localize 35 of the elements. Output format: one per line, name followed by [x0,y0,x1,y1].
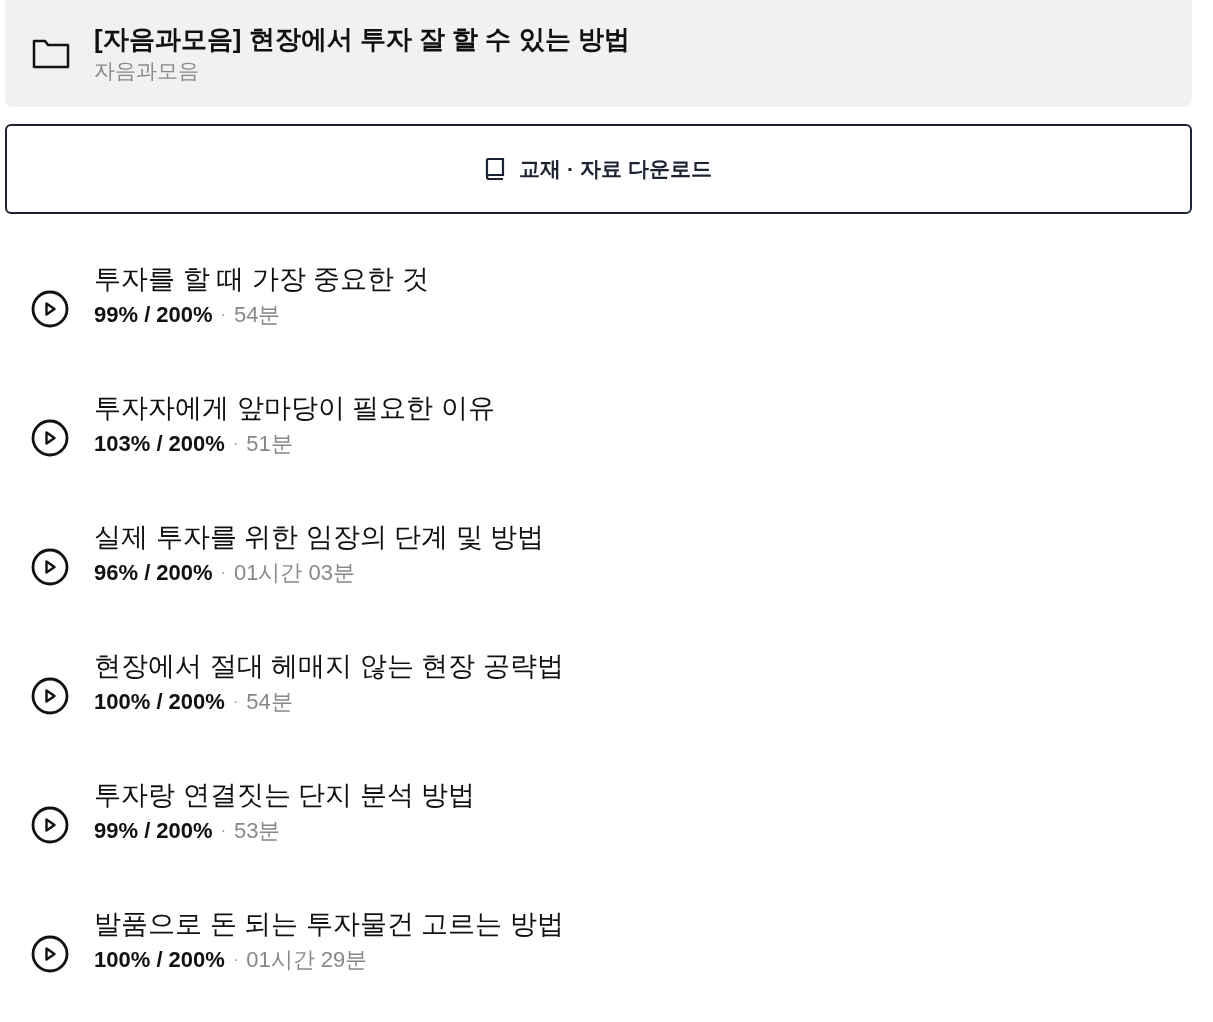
progress-text: 99% / 200% [94,816,213,845]
play-icon[interactable] [30,417,70,458]
play-icon[interactable] [30,933,70,974]
folder-icon [32,38,70,69]
lesson-title[interactable]: 현장에서 절대 헤매지 않는 현장 공략법 [94,645,564,686]
progress-text: 100% / 200% [94,687,225,716]
course-author: 자음과모음 [94,57,200,84]
lesson-title[interactable]: 투자를 할 때 가장 중요한 것 [94,258,429,299]
course-title: [자음과모음] 현장에서 투자 잘 할 수 있는 방법 [94,22,630,56]
separator-dot: · [220,820,226,841]
play-icon[interactable] [30,546,70,587]
play-icon[interactable] [30,288,70,329]
book-icon [485,157,506,181]
separator-dot: · [232,691,239,712]
lesson-title[interactable]: 투자랑 연결짓는 단지 분석 방법 [94,774,475,815]
progress-text: 96% / 200% [94,558,213,587]
progress-text: 99% / 200% [94,300,213,329]
separator-dot: · [220,562,226,583]
progress-text: 103% / 200% [94,429,225,458]
download-button[interactable]: 교재 · 자료 다운로드 [5,124,1192,214]
lesson-title[interactable]: 실제 투자를 위한 임장의 단계 및 방법 [94,516,544,557]
duration-text: 54분 [246,687,293,716]
play-icon[interactable] [30,675,70,716]
duration-text: 01시간 03분 [233,558,356,587]
play-icon[interactable] [30,804,70,845]
separator-dot: · [232,433,239,454]
progress-text: 100% / 200% [94,945,225,974]
separator-dot: · [220,304,226,325]
lesson-title[interactable]: 투자자에게 앞마당이 필요한 이유 [94,387,495,428]
duration-text: 54분 [233,300,281,329]
lesson-title[interactable]: 발품으로 돈 되는 투자물건 고르는 방법 [94,903,564,944]
duration-text: 01시간 29분 [246,945,368,974]
duration-text: 53분 [233,816,281,845]
separator-dot: · [232,949,239,970]
duration-text: 51분 [246,429,293,458]
